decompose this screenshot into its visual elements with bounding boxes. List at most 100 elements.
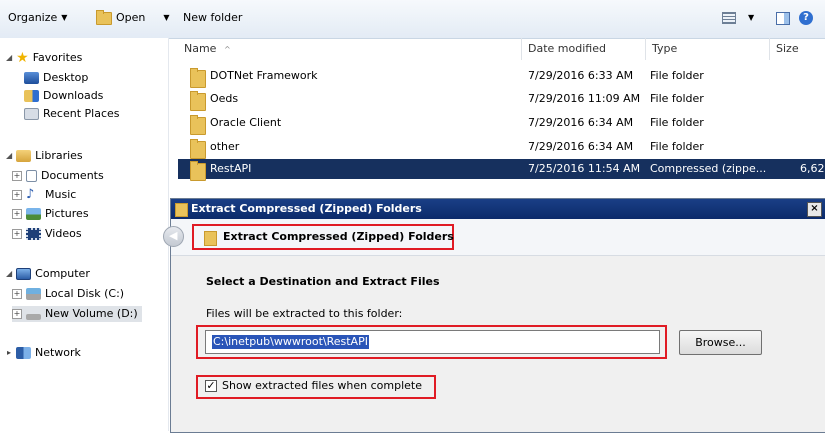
collapse-icon[interactable]: ◢ <box>6 148 12 164</box>
nav-item-label: Music <box>45 188 77 201</box>
nav-item-label: Local Disk (C:) <box>45 287 125 300</box>
expand-icon[interactable]: + <box>12 190 22 200</box>
dialog-title: Extract Compressed (Zipped) Folders <box>191 202 422 215</box>
folder-icon <box>190 91 206 111</box>
collapse-icon[interactable]: ◢ <box>6 266 12 282</box>
help-icon: ? <box>799 11 813 25</box>
star-icon: ★ <box>16 50 29 66</box>
new-folder-button[interactable]: New folder <box>183 10 242 26</box>
file-type: Compressed (zippe... <box>650 162 767 175</box>
nav-item-label: Recent Places <box>43 107 120 120</box>
music-icon: ♪ <box>26 187 35 202</box>
nav-item-label: Pictures <box>45 207 89 220</box>
views-icon <box>722 12 736 24</box>
help-button[interactable]: ? <box>799 10 813 26</box>
file-date: 7/29/2016 6:33 AM <box>528 69 634 82</box>
expand-icon[interactable]: + <box>12 289 22 299</box>
column-header-size[interactable]: Size <box>770 38 825 60</box>
nav-libraries-label: Libraries <box>35 149 83 162</box>
column-header-type[interactable]: Type <box>646 38 770 60</box>
folder-icon <box>190 115 206 135</box>
file-type: File folder <box>650 116 704 129</box>
preview-pane-button[interactable] <box>776 10 790 26</box>
destination-path-text: C:\inetpub\wwwroot\RestAPI <box>212 335 369 349</box>
file-row-selected[interactable]: RestAPI 7/25/2016 11:54 AM Compressed (z… <box>178 159 825 181</box>
nav-favorites[interactable]: ◢ ★ Favorites <box>6 50 82 66</box>
back-arrow-icon: ◀ <box>169 229 178 242</box>
nav-item-desktop[interactable]: Desktop <box>24 70 88 86</box>
expand-icon[interactable]: + <box>12 229 22 239</box>
dialog-header-title: Extract Compressed (Zipped) Folders <box>223 230 454 243</box>
local-disk-icon <box>26 288 41 300</box>
column-header-date[interactable]: Date modified <box>522 38 646 60</box>
file-date: 7/29/2016 6:34 AM <box>528 140 634 153</box>
file-size: 6,62 <box>800 162 825 175</box>
zip-folder-icon <box>175 203 188 217</box>
views-button[interactable]: ▼ <box>722 10 754 26</box>
documents-icon <box>26 170 37 182</box>
show-files-checkbox[interactable]: ✓ <box>205 380 217 392</box>
preview-pane-icon <box>776 11 790 25</box>
open-label: Open <box>116 11 146 24</box>
file-name: DOTNet Framework <box>210 69 318 82</box>
expand-icon[interactable]: + <box>12 171 22 181</box>
file-name: other <box>210 140 240 153</box>
navigation-pane: ◢ ★ Favorites Desktop Downloads Recent P… <box>0 38 169 431</box>
pictures-icon <box>26 208 41 220</box>
file-row[interactable]: DOTNet Framework 7/29/2016 6:33 AM File … <box>178 66 825 88</box>
open-button[interactable]: Open ▼ <box>96 9 170 26</box>
nav-libraries[interactable]: ◢ Libraries <box>6 148 83 164</box>
nav-item-label: Desktop <box>43 71 89 84</box>
nav-favorites-label: Favorites <box>32 51 83 64</box>
column-header-label: Name <box>184 42 217 55</box>
expand-icon[interactable]: + <box>12 209 22 219</box>
chevron-down-icon: ▼ <box>163 13 170 22</box>
file-type: File folder <box>650 69 704 82</box>
browse-button[interactable]: Browse... <box>679 330 762 355</box>
collapse-icon[interactable]: ◢ <box>6 50 12 66</box>
nav-item-pictures[interactable]: + Pictures <box>12 206 89 222</box>
nav-item-videos[interactable]: + Videos <box>12 226 82 242</box>
dialog-titlebar[interactable]: Extract Compressed (Zipped) Folders × <box>171 199 825 219</box>
nav-item-downloads[interactable]: Downloads <box>24 88 103 104</box>
file-type: File folder <box>650 92 704 105</box>
desktop-icon <box>24 72 39 84</box>
column-header-name[interactable]: Name ^ <box>178 38 522 60</box>
file-row[interactable]: Oracle Client 7/29/2016 6:34 AM File fol… <box>178 113 825 135</box>
nav-computer[interactable]: ◢ Computer <box>6 266 90 282</box>
close-icon[interactable]: × <box>807 202 822 217</box>
file-name: Oracle Client <box>210 116 282 129</box>
organize-button[interactable]: Organize ▼ <box>8 10 67 26</box>
nav-item-documents[interactable]: + Documents <box>12 168 104 184</box>
nav-item-label: Documents <box>41 169 104 182</box>
chevron-down-icon: ▼ <box>61 13 68 22</box>
folder-open-icon <box>96 9 112 25</box>
network-icon <box>16 347 31 359</box>
nav-item-music[interactable]: + ♪ Music <box>12 187 76 203</box>
file-type: File folder <box>650 140 704 153</box>
expand-icon[interactable]: + <box>12 309 22 319</box>
column-header-label: Date modified <box>528 42 606 55</box>
file-date: 7/29/2016 11:09 AM <box>528 92 641 105</box>
nav-computer-label: Computer <box>35 267 90 280</box>
nav-item-recent-places[interactable]: Recent Places <box>24 106 120 122</box>
back-button[interactable]: ◀ <box>163 226 184 247</box>
libraries-icon <box>16 150 32 162</box>
nav-network-label: Network <box>35 346 81 359</box>
file-name: Oeds <box>210 92 239 105</box>
command-bar: Organize ▼ Open ▼ New folder ▼ ? <box>0 0 825 39</box>
file-name: RestAPI <box>210 162 252 175</box>
dialog-body: ◀ Extract Compressed (Zipped) Folders Se… <box>163 219 825 432</box>
file-row[interactable]: Oeds 7/29/2016 11:09 AM File folder <box>178 89 825 111</box>
downloads-icon <box>24 90 39 102</box>
nav-item-new-volume[interactable]: + New Volume (D:) <box>12 306 142 322</box>
nav-item-label: Videos <box>45 227 82 240</box>
drive-icon <box>26 314 41 320</box>
folder-icon <box>190 139 206 159</box>
zip-folder-icon <box>190 161 206 181</box>
chevron-down-icon: ▼ <box>748 13 755 22</box>
nav-network[interactable]: ▸ Network <box>6 345 81 361</box>
nav-item-local-disk[interactable]: + Local Disk (C:) <box>12 286 124 302</box>
expand-icon[interactable]: ▸ <box>6 349 12 357</box>
file-row[interactable]: other 7/29/2016 6:34 AM File folder <box>178 137 825 159</box>
